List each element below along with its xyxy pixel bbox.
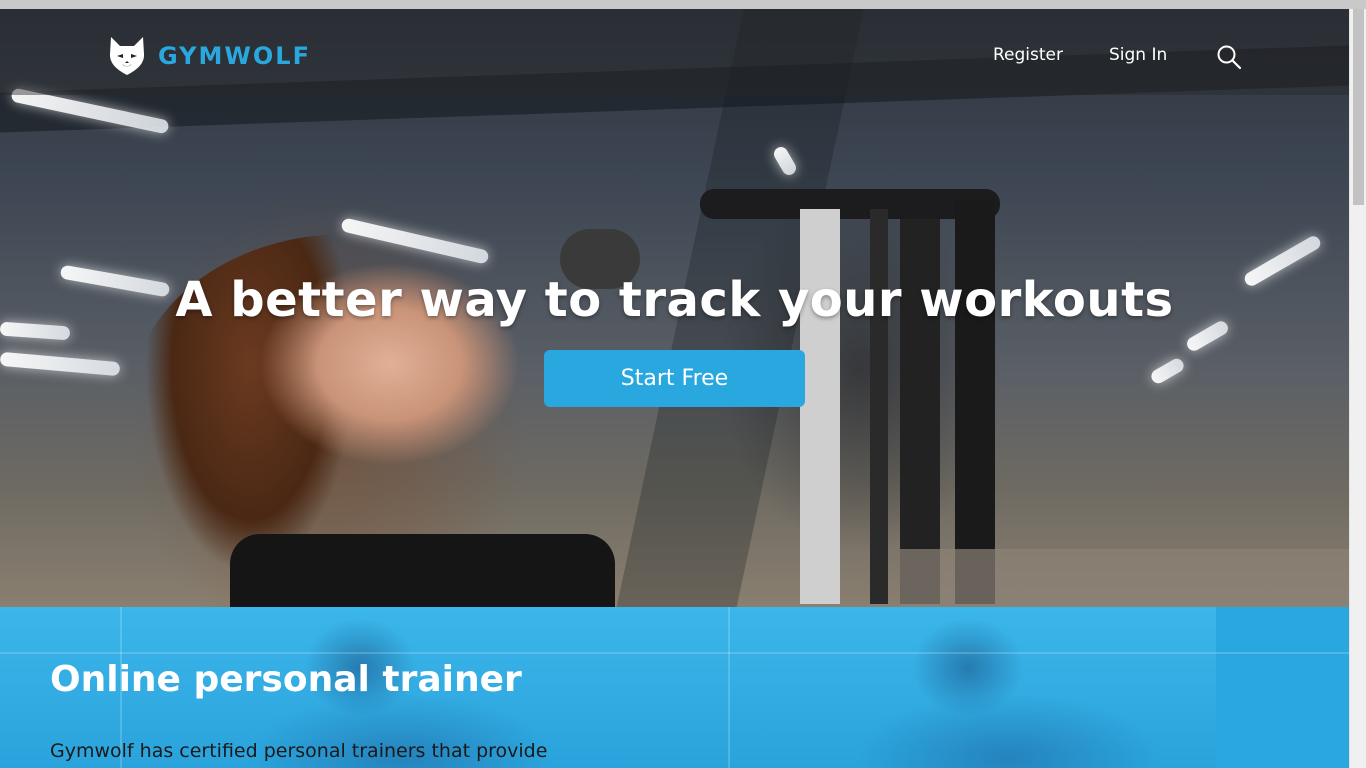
- woman-shirt: [230, 534, 615, 607]
- gym-floor: [900, 549, 1349, 607]
- section-body-text: Gymwolf has certified personal trainers …: [50, 740, 548, 762]
- browser-top-strip: [0, 0, 1366, 9]
- section-title: Online personal trainer: [50, 659, 522, 700]
- logo-link[interactable]: GYMWOLF: [108, 36, 311, 76]
- brand-name: GYMWOLF: [158, 42, 311, 70]
- hero-headline: A better way to track your workouts: [175, 272, 1174, 328]
- sign-in-link[interactable]: Sign In: [1109, 45, 1167, 65]
- search-icon[interactable]: [1216, 44, 1242, 70]
- navbar: GYMWOLF Register Sign In: [0, 9, 1349, 95]
- trainer-image-panel: [608, 607, 1216, 768]
- scrollbar-thumb[interactable]: [1353, 9, 1364, 205]
- ceiling-light: [1148, 356, 1187, 386]
- wolf-logo-icon: [109, 37, 145, 75]
- gym-machine-pole: [870, 209, 888, 604]
- page-scrollbar[interactable]: [1349, 9, 1366, 768]
- register-link[interactable]: Register: [993, 45, 1063, 65]
- background-detail: [728, 607, 730, 768]
- background-detail: [0, 652, 1349, 654]
- start-free-button[interactable]: Start Free: [544, 350, 805, 407]
- ceiling-light: [0, 351, 121, 377]
- trainer-section: Online personal trainer Gymwolf has cert…: [0, 607, 1349, 768]
- gym-machine-pole: [800, 209, 840, 604]
- gym-machine-pole: [955, 199, 995, 604]
